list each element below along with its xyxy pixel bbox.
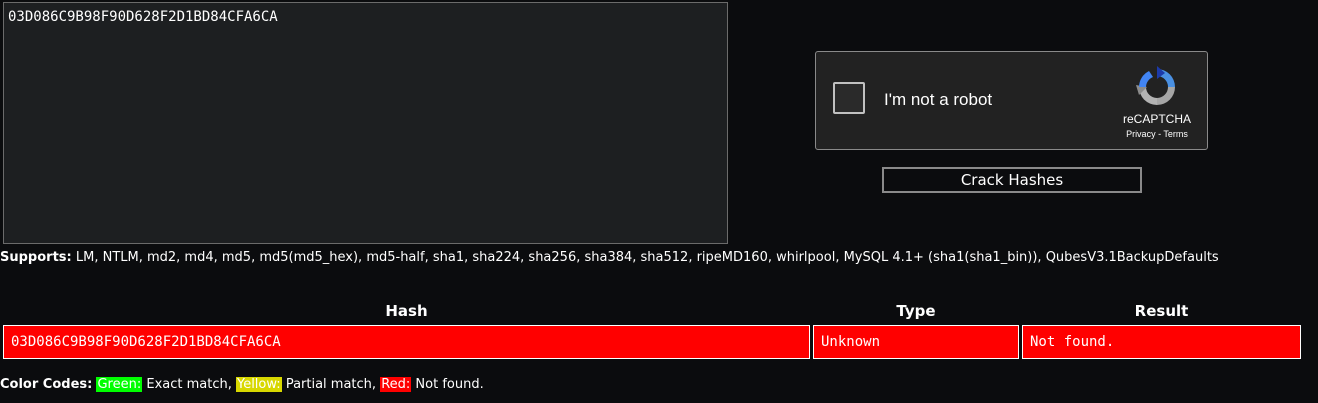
recaptcha-logo-icon bbox=[1136, 66, 1175, 105]
recaptcha-privacy-link[interactable]: Privacy bbox=[1126, 129, 1156, 139]
yellow-description: Partial match, bbox=[281, 377, 381, 392]
hash-input[interactable]: 03D086C9B98F90D628F2D1BD84CFA6CA bbox=[3, 2, 728, 244]
color-codes-legend: Color Codes: Green: Exact match, Yellow:… bbox=[0, 376, 484, 393]
recaptcha-brand: reCAPTCHA bbox=[1122, 112, 1191, 126]
supports-label: Supports: bbox=[0, 250, 72, 265]
result-hash-cell: 03D086C9B98F90D628F2D1BD84CFA6CA bbox=[3, 325, 810, 359]
header-type: Type bbox=[896, 302, 936, 320]
supports-list: LM, NTLM, md2, md4, md5, md5(md5_hex), m… bbox=[71, 250, 1219, 265]
result-status-cell: Not found. bbox=[1022, 325, 1301, 359]
supported-algorithms: Supports: LM, NTLM, md2, md4, md5, md5(m… bbox=[0, 249, 1300, 266]
recaptcha-label: I'm not a robot bbox=[884, 90, 993, 109]
green-description: Exact match, bbox=[142, 377, 236, 392]
color-codes-label: Color Codes: bbox=[0, 377, 93, 392]
red-swatch: Red: bbox=[380, 377, 412, 392]
result-type-cell: Unknown bbox=[813, 325, 1019, 359]
recaptcha-links: Privacy - Terms bbox=[1114, 129, 1200, 139]
recaptcha-widget: I'm not a robot reCAPTCHA Privacy - Term… bbox=[815, 51, 1208, 150]
header-hash: Hash bbox=[385, 302, 428, 320]
yellow-swatch: Yellow: bbox=[235, 377, 282, 392]
red-description: Not found. bbox=[411, 377, 484, 392]
green-swatch: Green: bbox=[96, 377, 143, 392]
header-result: Result bbox=[1134, 302, 1189, 320]
recaptcha-terms-link[interactable]: Terms bbox=[1163, 129, 1188, 139]
recaptcha-checkbox[interactable] bbox=[833, 82, 865, 114]
crack-hashes-button[interactable]: Crack Hashes bbox=[882, 167, 1142, 193]
